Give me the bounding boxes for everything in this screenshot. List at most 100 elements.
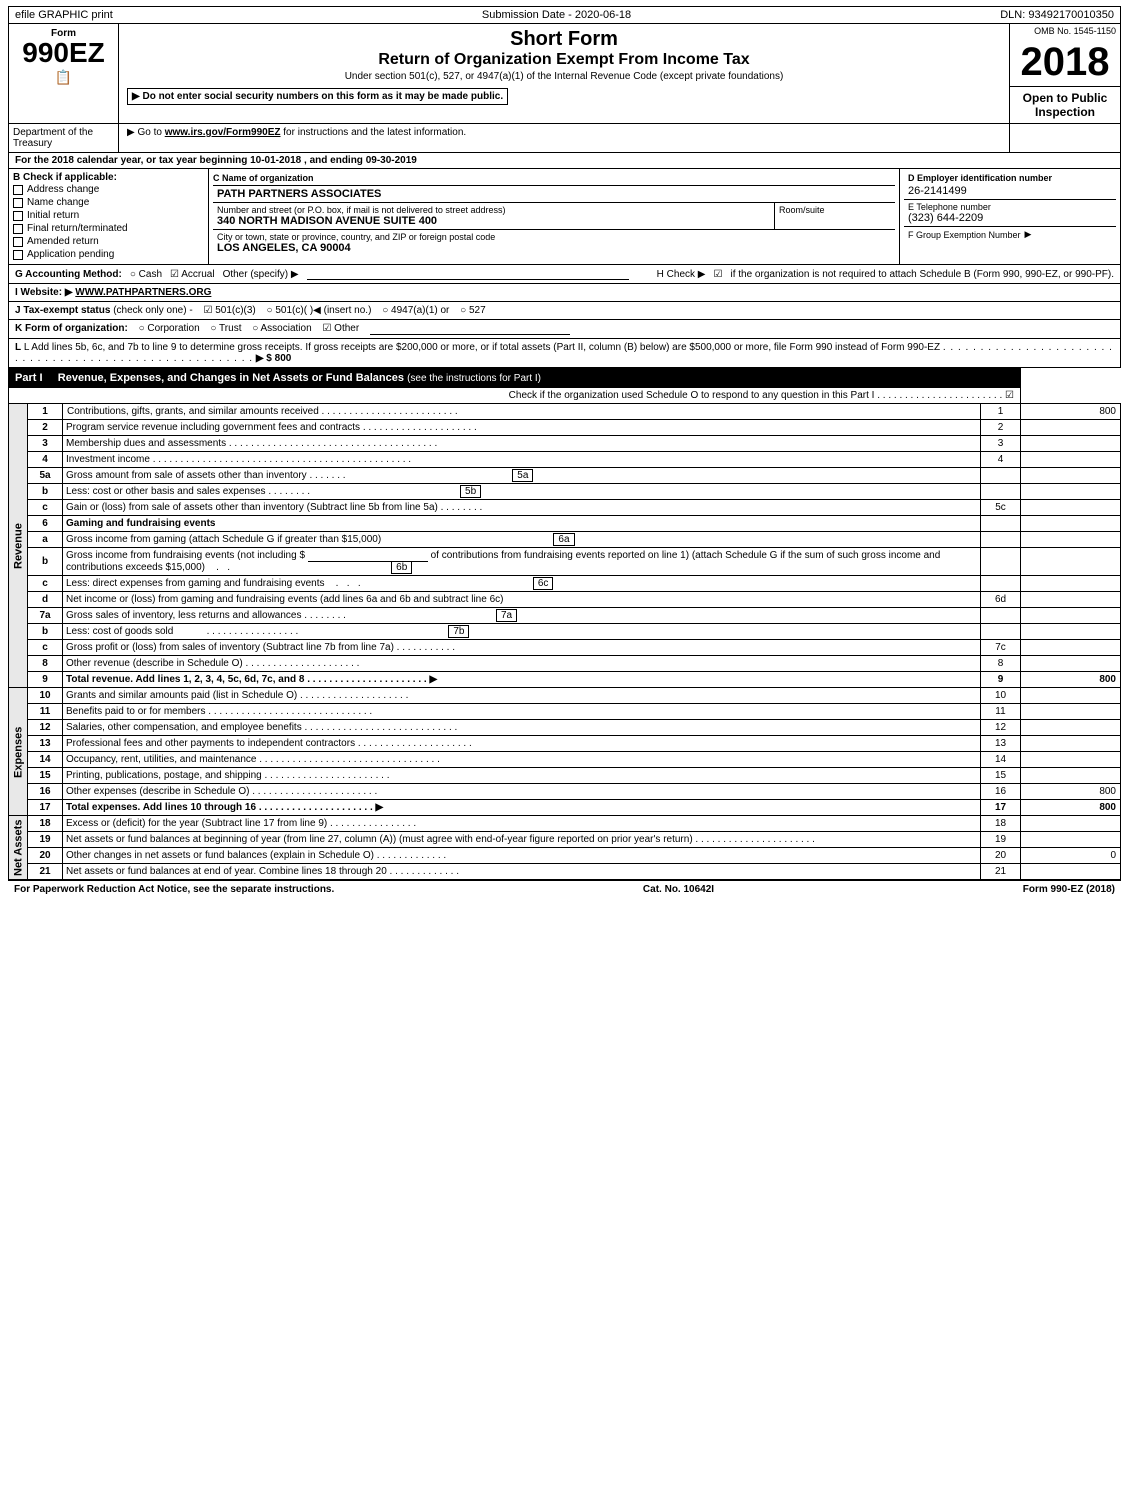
table-row: 11 Benefits paid to or for members . . .…	[9, 704, 1121, 720]
row-16-amount: 800	[1021, 784, 1121, 800]
ein-box: D Employer identification number 26-2141…	[900, 169, 1120, 264]
row-2-line: 2	[981, 420, 1021, 436]
top-bar: efile GRAPHIC print Submission Date - 20…	[8, 6, 1121, 24]
application-checkbox[interactable]	[13, 250, 23, 260]
year-box-right	[1010, 124, 1120, 152]
table-row: 17 Total expenses. Add lines 10 through …	[9, 800, 1121, 816]
row-4-amount	[1021, 452, 1121, 468]
return-title: Return of Organization Exempt From Incom…	[127, 51, 1001, 69]
calendar-ending: , and ending 09-30-2019	[304, 155, 417, 166]
cash-option: ○ Cash	[130, 269, 162, 280]
row-14-desc: Occupancy, rent, utilities, and maintena…	[63, 752, 981, 768]
row-6-line	[981, 516, 1021, 532]
row-6a-desc: Gross income from gaming (attach Schedul…	[63, 532, 981, 548]
table-row: b Gross income from fundraising events (…	[9, 548, 1121, 576]
row-6d-line: 6d	[981, 592, 1021, 608]
go-to-text: ▶ Go to	[127, 127, 162, 138]
line-6b: 6b	[391, 561, 412, 574]
j-check-only: (check only one) -	[113, 305, 192, 316]
table-row: 13 Professional fees and other payments …	[9, 736, 1121, 752]
row-21-num: 21	[28, 864, 63, 880]
row-6b-num: b	[28, 548, 63, 576]
city-label: City or town, state or province, country…	[217, 232, 891, 242]
row-6c-desc: Less: direct expenses from gaming and fu…	[63, 576, 981, 592]
treasury-label: Department of the Treasury	[13, 127, 93, 149]
website-url: WWW.PATHPARTNERS.ORG	[75, 287, 211, 298]
l-arrow: ▶ $ 800	[256, 353, 292, 364]
row-5c-line: 5c	[981, 500, 1021, 516]
row-5a-line	[981, 468, 1021, 484]
row-6-amount	[1021, 516, 1121, 532]
year-number: 2018	[1010, 38, 1120, 87]
website-row: I Website: ▶ WWW.PATHPARTNERS.ORG	[8, 284, 1121, 302]
revenue-label: Revenue	[9, 404, 28, 688]
row-5b-amount	[1021, 484, 1121, 500]
table-row: 19 Net assets or fund balances at beginn…	[9, 832, 1121, 848]
table-row: 3 Membership dues and assessments . . . …	[9, 436, 1121, 452]
row-6b-amount	[1021, 548, 1121, 576]
form-number-box: Form 990EZ 📋	[9, 24, 119, 123]
row-7c-num: c	[28, 640, 63, 656]
row-9-num: 9	[28, 672, 63, 688]
row-5a-num: 5a	[28, 468, 63, 484]
row-20-line: 20	[981, 848, 1021, 864]
j-label: J Tax-exempt status	[15, 305, 110, 316]
final-check-row: Final return/terminated	[13, 222, 204, 235]
row-8-amount	[1021, 656, 1121, 672]
row-17-line: 17	[981, 800, 1021, 816]
g-label: G Accounting Method:	[15, 269, 122, 280]
k-corporation: ○ Corporation	[139, 323, 200, 334]
row-20-amount: 0	[1021, 848, 1121, 864]
line-7b: 7b	[448, 625, 469, 638]
tax-status-row: J Tax-exempt status (check only one) - ☑…	[8, 302, 1121, 320]
footer-cat-no: Cat. No. 10642I	[643, 884, 714, 895]
final-checkbox[interactable]	[13, 224, 23, 234]
schedule-o-row: Check if the organization used Schedule …	[9, 388, 1021, 404]
table-row: 15 Printing, publications, postage, and …	[9, 768, 1121, 784]
address-label: Address change	[27, 184, 99, 195]
address-check-row: Address change	[13, 183, 204, 196]
part1-label: Part I	[15, 372, 43, 384]
city-row: City or town, state or province, country…	[213, 230, 895, 256]
row-16-line: 16	[981, 784, 1021, 800]
row-11-line: 11	[981, 704, 1021, 720]
amended-checkbox[interactable]	[13, 237, 23, 247]
expenses-label: Expenses	[9, 688, 28, 816]
table-row: b Less: cost or other basis and sales ex…	[9, 484, 1121, 500]
j-501c3: ☑ 501(c)(3)	[203, 305, 255, 316]
row-7b-amount	[1021, 624, 1121, 640]
title-section: Form 990EZ 📋 Short Form Return of Organi…	[8, 24, 1121, 124]
row-19-amount	[1021, 832, 1121, 848]
row-7c-desc: Gross profit or (loss) from sales of inv…	[63, 640, 981, 656]
row-5c-amount	[1021, 500, 1121, 516]
initial-check-row: Initial return	[13, 209, 204, 222]
room-label: Room/suite	[779, 205, 891, 215]
irs-icon: 📋	[55, 69, 72, 86]
open-to-public: Open to Public Inspection	[1010, 87, 1120, 123]
table-row: c Gain or (loss) from sale of assets oth…	[9, 500, 1121, 516]
row-5a-amount	[1021, 468, 1121, 484]
row-6a-num: a	[28, 532, 63, 548]
dln-label: DLN: 93492170010350	[1000, 9, 1114, 21]
part1-header: Part I Revenue, Expenses, and Changes in…	[9, 369, 1021, 388]
initial-checkbox[interactable]	[13, 211, 23, 221]
f-label: F Group Exemption Number	[908, 230, 1021, 240]
row-7a-line	[981, 608, 1021, 624]
part1-subtitle: (see the instructions for Part I)	[407, 373, 541, 384]
row-5a-desc: Gross amount from sale of assets other t…	[63, 468, 981, 484]
row-6c-amount	[1021, 576, 1121, 592]
row-21-line: 21	[981, 864, 1021, 880]
row-8-desc: Other revenue (describe in Schedule O) .…	[63, 656, 981, 672]
row-18-desc: Excess or (deficit) for the year (Subtra…	[63, 816, 981, 832]
row-11-num: 11	[28, 704, 63, 720]
address-checkbox[interactable]	[13, 185, 23, 195]
name-checkbox[interactable]	[13, 198, 23, 208]
row-6d-desc: Net income or (loss) from gaming and fun…	[63, 592, 981, 608]
line-6c: 6c	[533, 577, 554, 590]
row-12-line: 12	[981, 720, 1021, 736]
final-label: Final return/terminated	[27, 223, 128, 234]
table-row: c Less: direct expenses from gaming and …	[9, 576, 1121, 592]
row-15-desc: Printing, publications, postage, and shi…	[63, 768, 981, 784]
table-row: a Gross income from gaming (attach Sched…	[9, 532, 1121, 548]
row-10-amount	[1021, 688, 1121, 704]
